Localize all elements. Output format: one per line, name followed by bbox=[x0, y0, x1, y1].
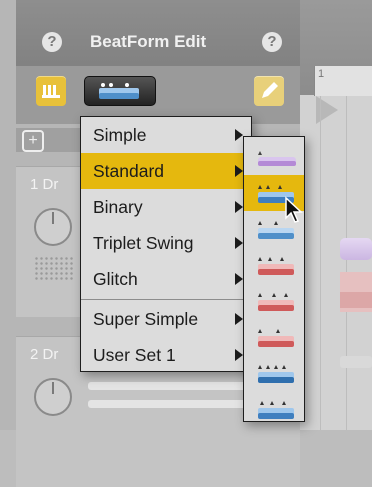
pattern-red-triple-icon bbox=[258, 293, 294, 311]
pattern-item[interactable] bbox=[244, 247, 304, 283]
drum-grid-button[interactable] bbox=[36, 76, 66, 106]
pencil-icon bbox=[262, 82, 278, 98]
pattern-purple-single-icon bbox=[258, 151, 296, 166]
menu-item-label: User Set 1 bbox=[93, 345, 176, 365]
pattern-blue-double-icon bbox=[99, 83, 139, 99]
pattern-item[interactable] bbox=[244, 355, 304, 391]
menu-item-binary[interactable]: Binary bbox=[81, 189, 251, 225]
track-label: 2 Dr bbox=[30, 346, 59, 363]
lane-clip-red-inner bbox=[340, 292, 372, 308]
menu-item-standard[interactable]: Standard bbox=[81, 153, 251, 189]
track-label: 1 Dr bbox=[30, 176, 59, 193]
submenu-arrow-icon bbox=[235, 237, 243, 249]
panel-title: BeatForm Edit bbox=[90, 32, 207, 51]
lane-clip-gray[interactable] bbox=[340, 356, 372, 368]
pattern-item[interactable] bbox=[244, 283, 304, 319]
menu-item-simple[interactable]: Simple bbox=[81, 117, 251, 153]
submenu-arrow-icon bbox=[235, 201, 243, 213]
submenu-arrow-icon bbox=[235, 165, 243, 177]
menu-item-label: Glitch bbox=[93, 269, 138, 289]
pattern-red-double-icon bbox=[258, 329, 294, 347]
grid-line bbox=[320, 96, 321, 430]
track-knob[interactable] bbox=[34, 208, 72, 246]
beatform-pattern-button[interactable] bbox=[84, 76, 156, 106]
help-icon-left[interactable]: ? bbox=[42, 32, 62, 52]
drum-grid-icon bbox=[42, 85, 60, 98]
beatform-set-menu: Simple Standard Binary Triplet Swing Gli… bbox=[80, 116, 252, 372]
menu-item-user-set-1[interactable]: User Set 1 bbox=[81, 337, 251, 373]
grid-line bbox=[346, 96, 347, 430]
menu-item-label: Standard bbox=[93, 161, 165, 181]
menu-item-label: Simple bbox=[93, 125, 147, 145]
ruler-number: 1 bbox=[318, 68, 325, 80]
pattern-red-triple-icon bbox=[258, 257, 294, 275]
pattern-blue-quad-icon bbox=[258, 365, 294, 383]
menu-item-super-simple[interactable]: Super Simple bbox=[81, 301, 251, 337]
pattern-blue-triple-icon bbox=[258, 401, 294, 419]
submenu-arrow-icon bbox=[235, 313, 243, 325]
menu-item-label: Triplet Swing bbox=[93, 233, 194, 253]
menu-item-label: Super Simple bbox=[93, 309, 199, 329]
menu-divider bbox=[81, 299, 251, 300]
pattern-item[interactable] bbox=[244, 139, 304, 175]
pattern-submenu bbox=[243, 136, 305, 422]
menu-item-glitch[interactable]: Glitch bbox=[81, 261, 251, 297]
submenu-arrow-icon bbox=[235, 129, 243, 141]
add-icon[interactable]: + bbox=[22, 130, 44, 152]
menu-item-label: Binary bbox=[93, 197, 143, 217]
track-knob[interactable] bbox=[34, 378, 72, 416]
pattern-item[interactable] bbox=[244, 319, 304, 355]
menu-item-triplet-swing[interactable]: Triplet Swing bbox=[81, 225, 251, 261]
submenu-arrow-icon bbox=[235, 349, 243, 361]
help-icon-right[interactable]: ? bbox=[262, 32, 282, 52]
mouse-cursor-icon bbox=[285, 196, 303, 223]
submenu-arrow-icon bbox=[235, 273, 243, 285]
track-dots bbox=[34, 256, 74, 280]
pattern-item[interactable] bbox=[244, 391, 304, 427]
edit-button[interactable] bbox=[254, 76, 284, 106]
lane-clip-purple[interactable] bbox=[340, 238, 372, 260]
